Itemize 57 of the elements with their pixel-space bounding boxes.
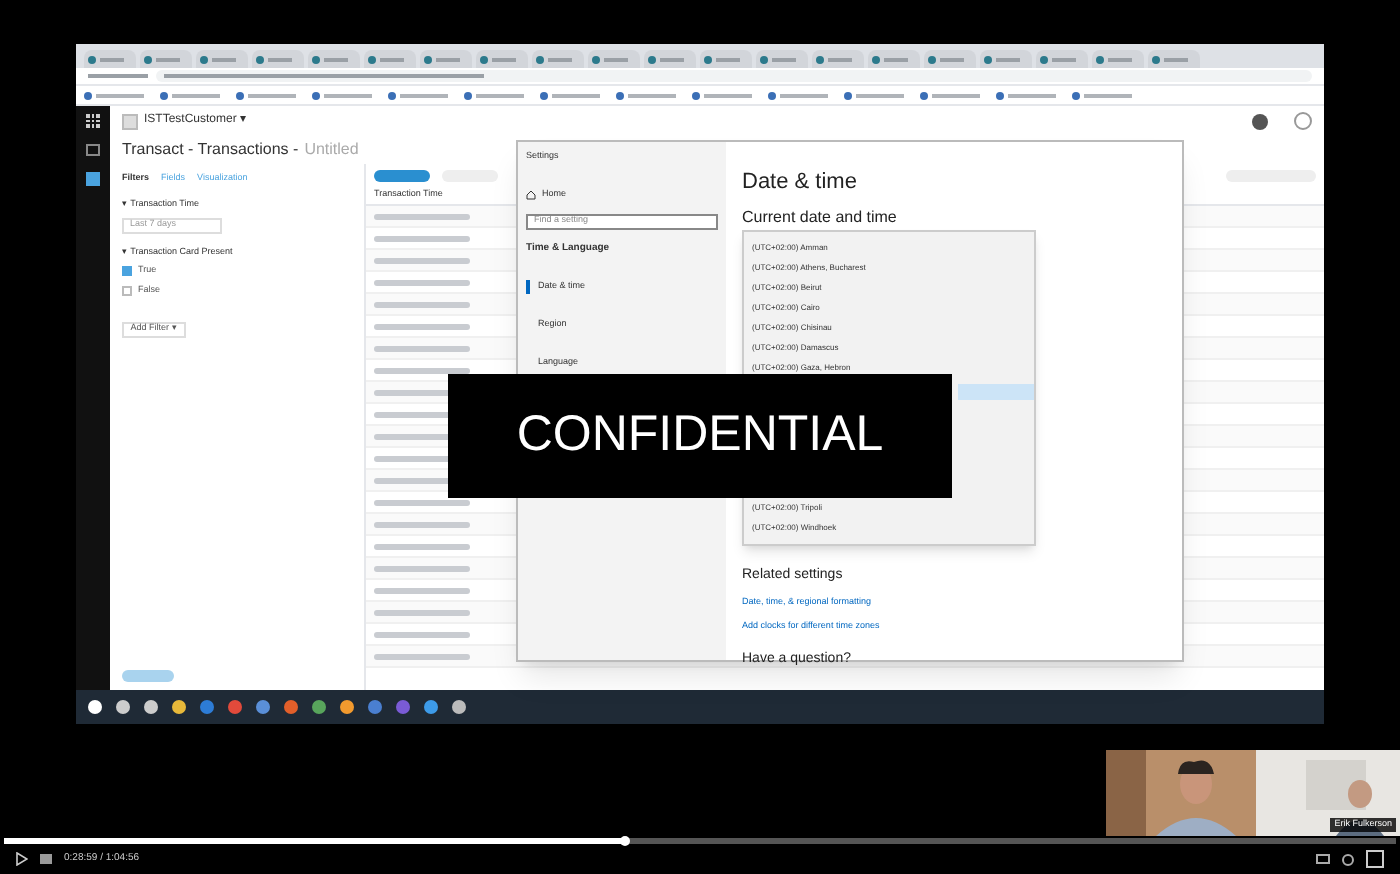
browser-tab[interactable] bbox=[700, 50, 752, 68]
browser-tab[interactable] bbox=[812, 50, 864, 68]
home-icon bbox=[526, 189, 536, 200]
browser-tab[interactable] bbox=[756, 50, 808, 68]
browser-tab[interactable] bbox=[1036, 50, 1088, 68]
dashboard-icon[interactable] bbox=[86, 144, 100, 156]
browser-tab[interactable] bbox=[140, 50, 192, 68]
blurred-text bbox=[374, 609, 470, 615]
title-suffix: Untitled bbox=[304, 138, 359, 162]
subheading: Current date and time bbox=[742, 205, 899, 229]
browser-tab[interactable] bbox=[196, 50, 248, 68]
blurred-text bbox=[374, 235, 470, 241]
browser-tab[interactable] bbox=[476, 50, 528, 68]
browser-tab[interactable] bbox=[924, 50, 976, 68]
blurred-text bbox=[374, 653, 470, 659]
browser-tab[interactable] bbox=[84, 50, 136, 68]
blurred-text bbox=[374, 367, 470, 373]
page-heading: Date & time bbox=[742, 168, 859, 198]
account-icon bbox=[122, 113, 138, 129]
browser-tab[interactable] bbox=[364, 50, 416, 68]
page-title: Transact - Transactions - bbox=[122, 138, 299, 162]
blurred-text bbox=[374, 543, 470, 549]
blurred-text bbox=[374, 631, 470, 637]
browser-tab[interactable] bbox=[420, 50, 472, 68]
browser-tab[interactable] bbox=[1092, 50, 1144, 68]
browser-tab[interactable] bbox=[532, 50, 584, 68]
grid-icon[interactable] bbox=[86, 114, 100, 128]
progress-handle[interactable] bbox=[620, 836, 631, 846]
browser-tab[interactable] bbox=[308, 50, 360, 68]
fullscreen-button[interactable] bbox=[1366, 850, 1384, 868]
captions-icon[interactable] bbox=[1316, 854, 1330, 864]
checkbox[interactable] bbox=[122, 266, 132, 277]
blurred-text bbox=[374, 301, 470, 307]
blurred-text bbox=[374, 499, 470, 505]
blurred-text bbox=[374, 323, 470, 329]
blurred-text bbox=[374, 213, 470, 219]
blurred-text bbox=[374, 279, 470, 285]
user-avatar[interactable] bbox=[1294, 112, 1312, 130]
blurred-text bbox=[374, 257, 470, 263]
blurred-text bbox=[374, 565, 470, 571]
confidential-text: CONFIDENTIAL bbox=[516, 404, 884, 467]
blurred-text bbox=[374, 587, 470, 593]
browser-tab[interactable] bbox=[1148, 50, 1200, 68]
play-icon[interactable] bbox=[16, 852, 28, 866]
browser-tab[interactable] bbox=[980, 50, 1032, 68]
toolbar-button[interactable] bbox=[374, 169, 430, 181]
progress-track[interactable] bbox=[4, 838, 1396, 844]
checkbox[interactable] bbox=[122, 285, 132, 296]
browser-tab[interactable] bbox=[644, 50, 696, 68]
help-icon[interactable] bbox=[1252, 113, 1268, 129]
blurred-text bbox=[374, 345, 470, 351]
address-bar[interactable] bbox=[76, 68, 1324, 86]
browser-tab[interactable] bbox=[868, 50, 920, 68]
browser-tab[interactable] bbox=[588, 50, 640, 68]
settings-icon[interactable] bbox=[1342, 853, 1354, 865]
browser-tab[interactable] bbox=[252, 50, 304, 68]
blurred-text bbox=[374, 521, 470, 527]
